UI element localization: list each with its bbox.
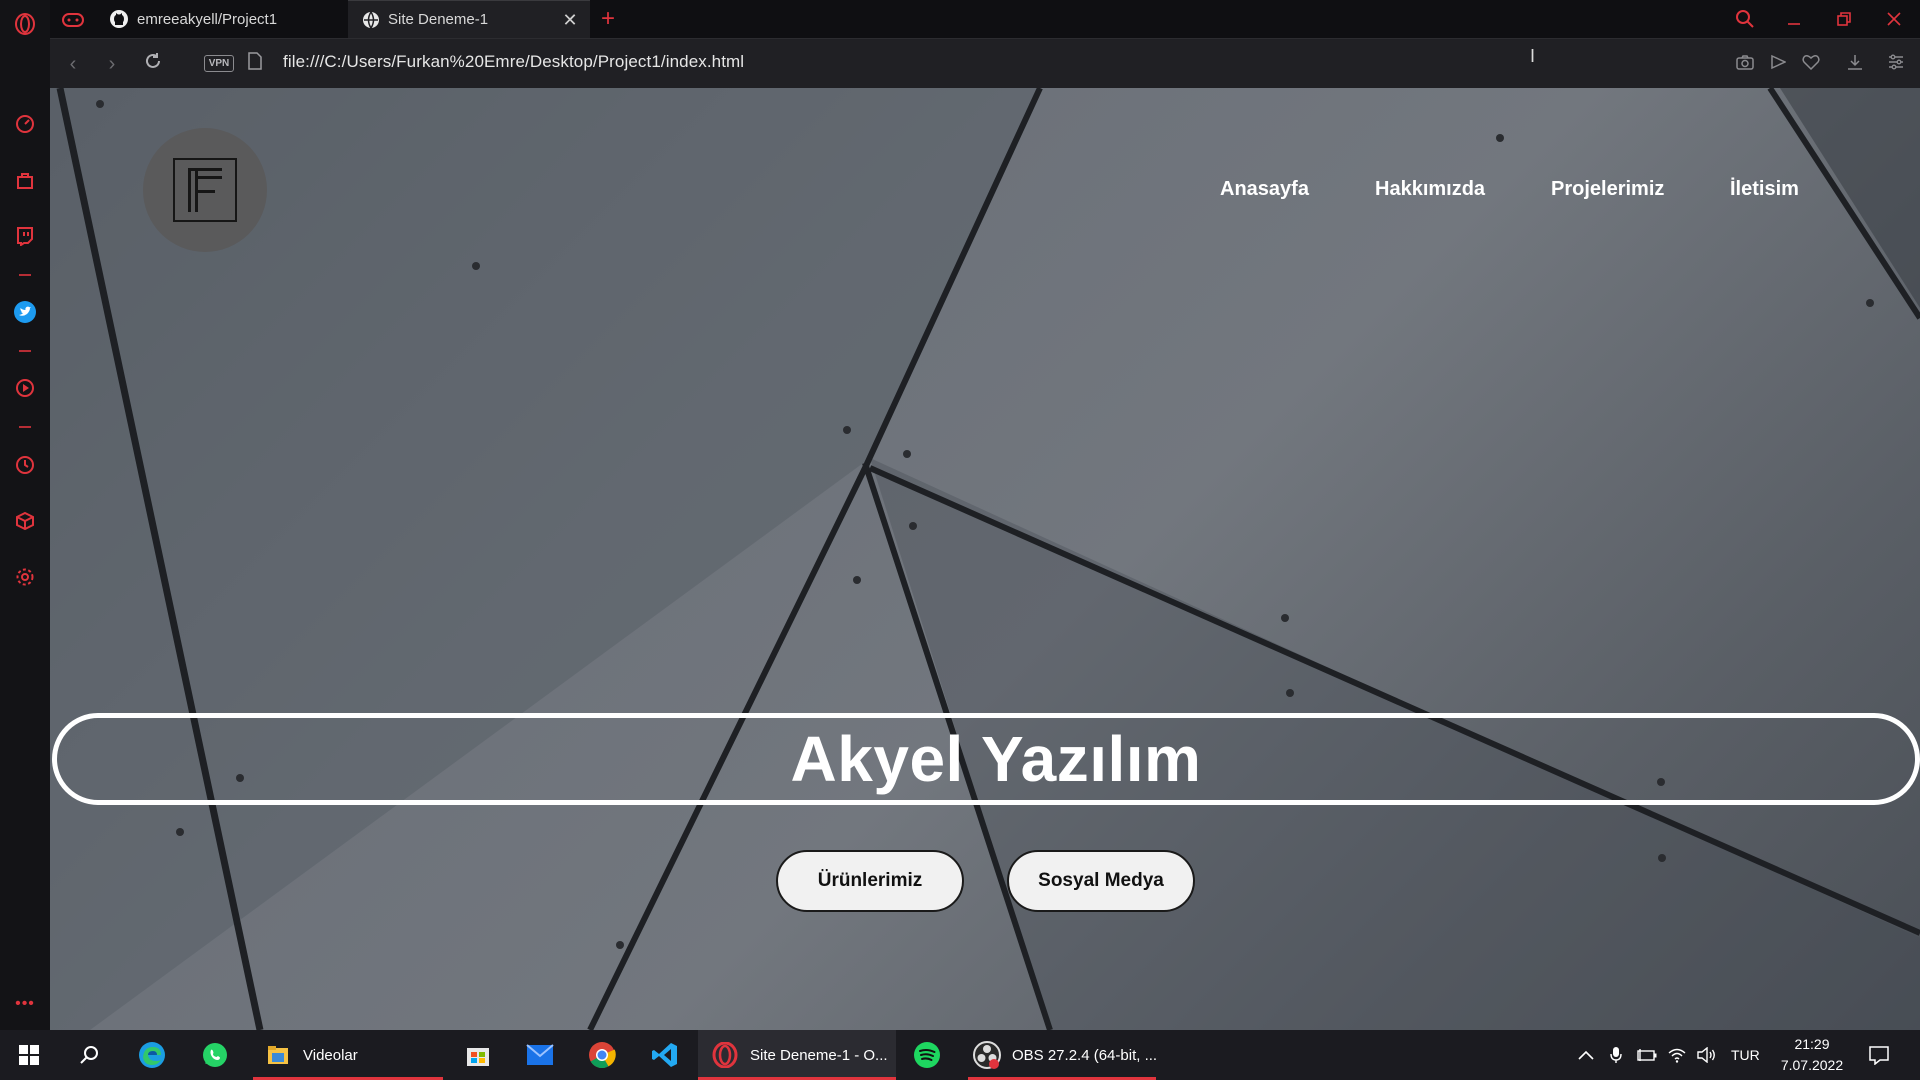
reload-icon[interactable] [140, 51, 166, 77]
tab-title: Site Deneme-1 [388, 11, 489, 28]
search-icon [74, 1040, 104, 1070]
taskbar-edge[interactable] [137, 1030, 167, 1080]
close-window-button[interactable] [1879, 4, 1909, 34]
logo-mark-icon [173, 158, 237, 222]
shopping-bag-icon[interactable] [13, 168, 37, 192]
tab-site-deneme[interactable]: Site Deneme-1 ✕ [348, 0, 590, 39]
clock-time: 21:29 [1794, 1036, 1830, 1052]
opera-icon [710, 1040, 740, 1070]
close-tab-icon[interactable]: ✕ [560, 10, 580, 30]
page-info-icon[interactable] [242, 51, 268, 77]
taskbar-vscode[interactable] [650, 1030, 680, 1080]
taskbar-store[interactable] [463, 1030, 493, 1080]
chrome-icon [587, 1040, 617, 1070]
system-clock[interactable]: 21:29 7.07.2022 [1770, 1034, 1854, 1076]
start-button[interactable] [14, 1030, 44, 1080]
taskbar-chrome[interactable] [587, 1030, 617, 1080]
search-tabs-icon[interactable] [1730, 4, 1760, 34]
microsoft-store-icon [463, 1040, 493, 1070]
hero-banner: Akyel Yazılım [52, 713, 1920, 805]
background-image [50, 88, 1920, 1030]
speed-dial-icon[interactable] [13, 112, 37, 136]
edge-icon [137, 1040, 167, 1070]
site-logo[interactable] [143, 128, 267, 252]
forward-icon[interactable]: › [99, 51, 125, 77]
new-tab-button[interactable]: + [595, 6, 621, 32]
tab-github[interactable]: emreeakyell/Project1 ✕ [95, 0, 390, 38]
search-button[interactable] [74, 1030, 104, 1080]
easy-setup-icon[interactable] [1883, 51, 1909, 77]
send-flow-icon[interactable] [1765, 51, 1791, 77]
taskbar-label: Site Deneme-1 - O... [750, 1046, 888, 1064]
obs-icon [972, 1040, 1002, 1070]
web-page: Anasayfa Hakkımızda Projelerimiz İletisi… [50, 88, 1920, 1030]
social-media-button[interactable]: Sosyal Medya [1007, 850, 1195, 912]
taskbar-obs[interactable]: OBS 27.2.4 (64-bit, ... [968, 1030, 1158, 1080]
volume-icon[interactable] [1697, 1030, 1717, 1080]
history-icon[interactable] [13, 453, 37, 477]
address-bar: ‹ › VPN file:///C:/Users/Furkan%20Emre/D… [50, 38, 1920, 88]
vscode-icon [650, 1040, 680, 1070]
tray-overflow-chevron-icon[interactable] [1578, 1030, 1594, 1080]
settings-gear-icon[interactable] [13, 565, 37, 589]
tab-bar: emreeakyell/Project1 ✕ Site Deneme-1 ✕ + [50, 0, 1920, 39]
globe-icon [363, 11, 379, 29]
player-icon[interactable] [13, 376, 37, 400]
text-cursor-icon: I [1530, 46, 1536, 66]
url-field[interactable]: file:///C:/Users/Furkan%20Emre/Desktop/P… [283, 52, 744, 72]
nav-hakkimizda[interactable]: Hakkımızda [1375, 178, 1485, 201]
wifi-icon[interactable] [1668, 1030, 1686, 1080]
sidebar-separator [19, 426, 31, 428]
opera-logo-icon[interactable] [13, 12, 37, 36]
minimize-button[interactable] [1779, 4, 1809, 34]
windows-start-icon [14, 1040, 44, 1070]
taskbar-opera[interactable]: Site Deneme-1 - O... [698, 1030, 896, 1080]
taskbar-mail[interactable] [525, 1030, 555, 1080]
nav-iletisim[interactable]: İletisim [1730, 178, 1799, 201]
bookmark-heart-icon[interactable] [1798, 51, 1824, 77]
twitter-icon[interactable] [13, 300, 37, 324]
spotify-icon [912, 1040, 942, 1070]
twitch-icon[interactable] [13, 224, 37, 248]
tab-title: emreeakyell/Project1 [137, 10, 278, 28]
mail-icon [525, 1040, 555, 1070]
whatsapp-icon [200, 1040, 230, 1070]
nav-projelerimiz[interactable]: Projelerimiz [1551, 178, 1664, 201]
microphone-icon[interactable] [1610, 1030, 1622, 1080]
hero-title: Akyel Yazılım [790, 723, 1202, 795]
sidebar-separator [19, 350, 31, 352]
back-icon[interactable]: ‹ [60, 51, 86, 77]
file-explorer-icon [263, 1040, 293, 1070]
github-icon [110, 10, 128, 28]
opera-sidebar: ••• [0, 0, 50, 1030]
nav-anasayfa[interactable]: Anasayfa [1220, 178, 1309, 201]
taskbar-spotify[interactable] [912, 1030, 942, 1080]
notifications-icon[interactable] [1868, 1030, 1890, 1080]
taskbar-label: OBS 27.2.4 (64-bit, ... [1012, 1046, 1158, 1064]
clock-date: 7.07.2022 [1780, 1057, 1844, 1073]
language-indicator[interactable]: TUR [1731, 1030, 1760, 1080]
taskbar-file-explorer[interactable]: Videolar [253, 1030, 443, 1080]
taskbar-label: Videolar [303, 1046, 358, 1064]
extensions-icon[interactable] [13, 509, 37, 533]
gamepad-icon[interactable] [58, 5, 88, 35]
sidebar-separator [19, 274, 31, 276]
battery-icon[interactable] [1637, 1030, 1657, 1080]
restore-button[interactable] [1829, 4, 1859, 34]
download-icon[interactable] [1842, 51, 1868, 77]
products-button[interactable]: Ürünlerimiz [776, 850, 964, 912]
taskbar-whatsapp[interactable] [200, 1030, 230, 1080]
windows-taskbar: Videolar Site Deneme-1 - O... OBS 27.2.4… [0, 1030, 1920, 1080]
snapshot-camera-icon[interactable] [1732, 51, 1758, 77]
more-options-icon[interactable]: ••• [13, 992, 37, 1016]
vpn-badge[interactable]: VPN [204, 55, 234, 72]
